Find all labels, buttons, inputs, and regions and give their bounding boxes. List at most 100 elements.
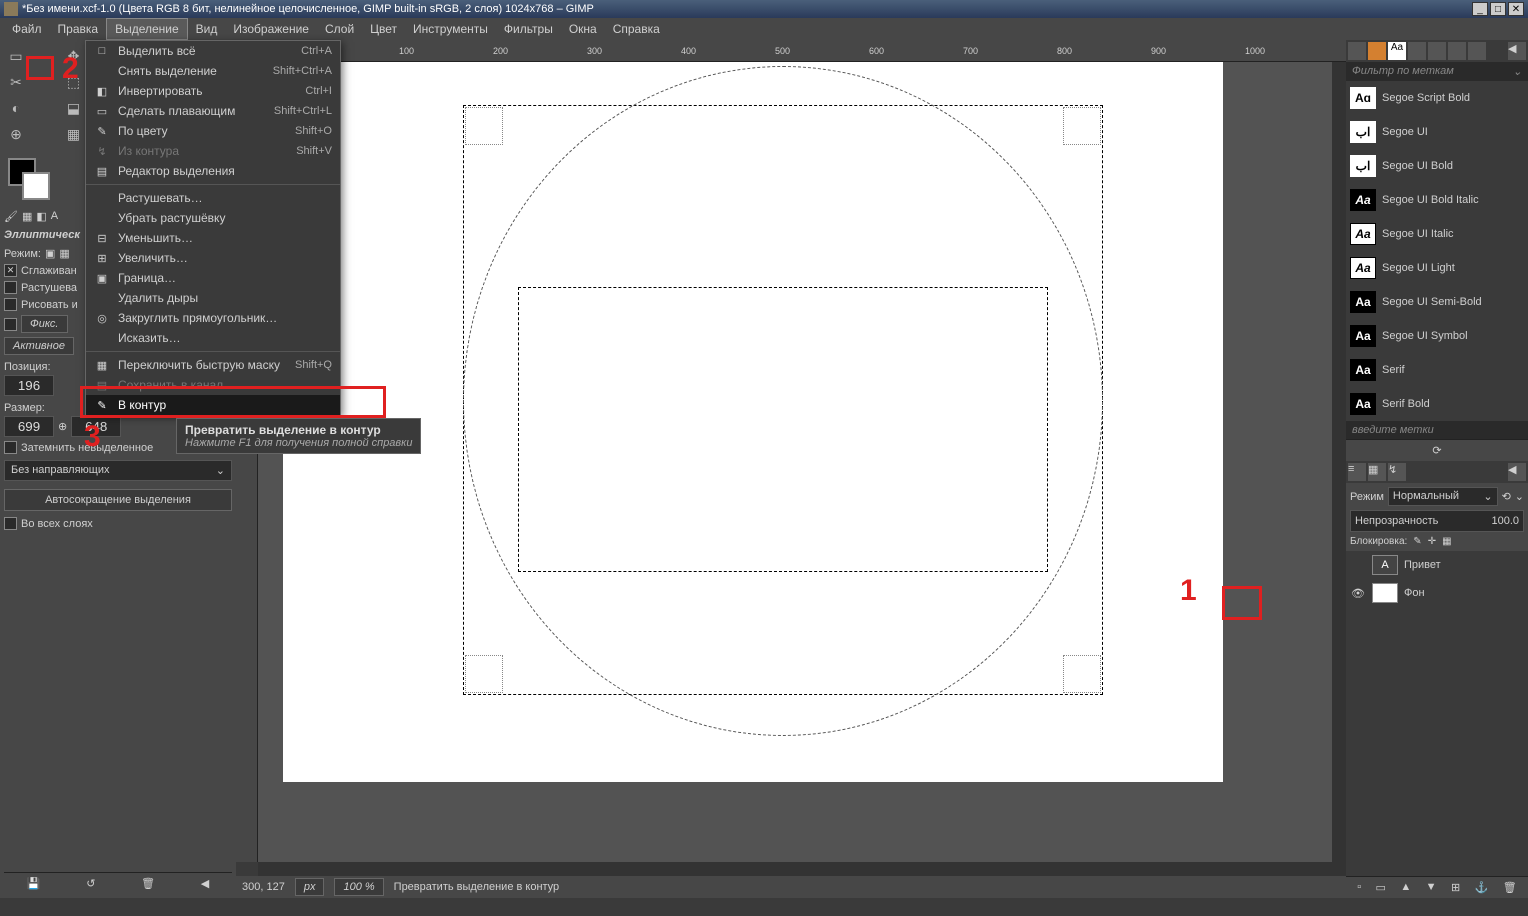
status-zoom[interactable]: 100 % — [334, 878, 383, 896]
menu-фильтры[interactable]: Фильтры — [496, 19, 561, 39]
menu-правка[interactable]: Правка — [50, 19, 107, 39]
mode-reset-icon[interactable]: ⟲ — [1502, 490, 1511, 503]
tool-4[interactable]: ✂ — [4, 70, 28, 94]
canvas-viewport[interactable] — [258, 62, 1332, 862]
pattern-icon[interactable]: ▦ — [22, 210, 32, 223]
status-unit[interactable]: px — [295, 878, 325, 896]
layer-dup-icon[interactable]: ⊞ — [1451, 881, 1460, 894]
tab-layers-icon[interactable]: ≡ — [1348, 463, 1366, 481]
layer-list[interactable]: AПривет👁Фон — [1346, 551, 1528, 876]
fixed-button[interactable]: Фикс. — [21, 315, 68, 333]
layer-delete-icon[interactable]: 🗑 — [1503, 881, 1517, 894]
size-w-input[interactable] — [4, 416, 54, 437]
antialias-checkbox[interactable]: ✕ — [4, 264, 17, 277]
tool-5[interactable]: ⬚ — [62, 70, 86, 94]
tab-paths-icon[interactable]: ↯ — [1388, 463, 1406, 481]
menu-item-закруглить-прямоугольник-[interactable]: ◎Закруглить прямоугольник… — [86, 308, 340, 328]
canvas[interactable] — [283, 62, 1223, 782]
menu-item-инвертировать[interactable]: ◧ИнвертироватьCtrl+I — [86, 81, 340, 101]
font-item[interactable]: ابSegoe UI Bold — [1346, 149, 1528, 183]
menu-item-сделать-плавающим[interactable]: ▭Сделать плавающимShift+Ctrl+L — [86, 101, 340, 121]
alllayers-checkbox[interactable] — [4, 517, 17, 530]
tool-1[interactable]: ✥ — [62, 44, 86, 68]
menu-item-граница-[interactable]: ▣Граница… — [86, 268, 340, 288]
mode-dropdown[interactable]: Нормальный⌄ — [1388, 487, 1498, 506]
menu-цвет[interactable]: Цвет — [362, 19, 405, 39]
layer-item[interactable]: 👁Фон — [1346, 579, 1528, 607]
layer-merge-icon[interactable]: ⚓ — [1475, 881, 1489, 894]
menu-item-по-цвету[interactable]: ✎По цветуShift+O — [86, 121, 340, 141]
tool-9[interactable]: ⬓ — [62, 96, 86, 120]
tab-close-icon[interactable]: ◀ — [1508, 42, 1526, 60]
font-refresh[interactable]: ⟳ — [1346, 439, 1528, 461]
tab-brushes-icon[interactable] — [1348, 42, 1366, 60]
save-preset-icon[interactable]: 💾 — [27, 877, 41, 890]
ruler-horizontal[interactable]: 01002003004005006007008009001000 — [280, 40, 1346, 62]
handle-br[interactable] — [1063, 655, 1101, 693]
menu-выделение[interactable]: Выделение — [106, 18, 188, 40]
active-button[interactable]: Активное — [4, 337, 74, 355]
feather-checkbox[interactable] — [4, 281, 17, 294]
font-item[interactable]: AaSegoe UI Symbol — [1346, 319, 1528, 353]
tab-fonts-icon[interactable] — [1368, 42, 1386, 60]
new-layer-icon[interactable]: ▫ — [1357, 881, 1361, 894]
layer-visibility-icon[interactable]: 👁 — [1350, 587, 1366, 600]
close-button[interactable]: ✕ — [1508, 2, 1524, 16]
mode-chevron-icon[interactable]: ⌄ — [1515, 490, 1524, 503]
tool-12[interactable]: ⊕ — [4, 122, 28, 146]
tab-histogram-icon[interactable] — [1448, 42, 1466, 60]
tab-channels-icon[interactable]: ▦ — [1368, 463, 1386, 481]
tab-paint-icon[interactable] — [1468, 42, 1486, 60]
menu-окна[interactable]: Окна — [561, 19, 605, 39]
font-item[interactable]: AaSerif Bold — [1346, 387, 1528, 421]
minimize-button[interactable]: _ — [1472, 2, 1488, 16]
reset-preset-icon[interactable]: ◀ — [201, 877, 209, 890]
menu-item-удалить-дыры[interactable]: Удалить дыры — [86, 288, 340, 308]
tool-8[interactable]: ◐ — [4, 96, 28, 120]
menu-item-выделить-всё[interactable]: □Выделить всёCtrl+A — [86, 41, 340, 61]
tab-close2-icon[interactable]: ◀ — [1508, 463, 1526, 481]
scrollbar-horizontal[interactable] — [258, 862, 1346, 876]
maximize-button[interactable]: □ — [1490, 2, 1506, 16]
lock-pixels-icon[interactable]: ✎ — [1413, 536, 1421, 547]
handle-bl[interactable] — [465, 655, 503, 693]
menu-файл[interactable]: Файл — [4, 19, 50, 39]
menu-item-убрать-растушёвку[interactable]: Убрать растушёвку — [86, 208, 340, 228]
tool-0[interactable]: ▭ — [4, 44, 28, 68]
delete-preset-icon[interactable]: 🗑 — [141, 877, 155, 890]
darken-checkbox[interactable] — [4, 441, 17, 454]
mode-add-icon[interactable]: ▦ — [59, 247, 69, 260]
layer-group-icon[interactable]: ▭ — [1376, 881, 1386, 894]
gradient-icon[interactable]: ◧ — [36, 210, 46, 223]
font-item[interactable]: AaSegoe UI Bold Italic — [1346, 183, 1528, 217]
menu-вид[interactable]: Вид — [188, 19, 226, 39]
opacity-slider[interactable]: Непрозрачность100.0 — [1350, 510, 1524, 532]
fixed-checkbox[interactable] — [4, 318, 17, 331]
drawfrom-checkbox[interactable] — [4, 298, 17, 311]
menu-справка[interactable]: Справка — [605, 19, 668, 39]
bg-color[interactable] — [22, 172, 50, 200]
pos-x-input[interactable] — [4, 375, 54, 396]
link-icon[interactable]: ⊕ — [58, 420, 67, 433]
lock-position-icon[interactable]: ✛ — [1428, 536, 1436, 547]
font-icon[interactable]: A — [51, 210, 58, 223]
font-list[interactable]: AɑSegoe Script BoldابSegoe UIابSegoe UI … — [1346, 81, 1528, 421]
tab-patterns-icon[interactable]: Aa — [1388, 42, 1406, 60]
restore-preset-icon[interactable]: ↺ — [86, 877, 95, 890]
handle-tl[interactable] — [465, 107, 503, 145]
autoshrink-button[interactable]: Автосокращение выделения — [4, 489, 232, 511]
menu-item-снять-выделение[interactable]: Снять выделениеShift+Ctrl+A — [86, 61, 340, 81]
font-item[interactable]: AaSegoe UI Italic — [1346, 217, 1528, 251]
layer-up-icon[interactable]: ▲ — [1400, 881, 1411, 894]
size-h-input[interactable] — [71, 416, 121, 437]
font-item[interactable]: AaSerif — [1346, 353, 1528, 387]
menu-item-увеличить-[interactable]: ⊞Увеличить… — [86, 248, 340, 268]
menu-item-растушевать-[interactable]: Растушевать… — [86, 188, 340, 208]
font-filter[interactable]: Фильтр по меткам⌄ — [1346, 62, 1528, 81]
font-item[interactable]: AaSegoe UI Semi-Bold — [1346, 285, 1528, 319]
brush-icon[interactable]: 🖌 — [4, 210, 18, 223]
menu-item-исказить-[interactable]: Исказить… — [86, 328, 340, 348]
menu-изображение[interactable]: Изображение — [225, 19, 317, 39]
tool-13[interactable]: ▦ — [62, 122, 86, 146]
tab-palettes-icon[interactable] — [1428, 42, 1446, 60]
